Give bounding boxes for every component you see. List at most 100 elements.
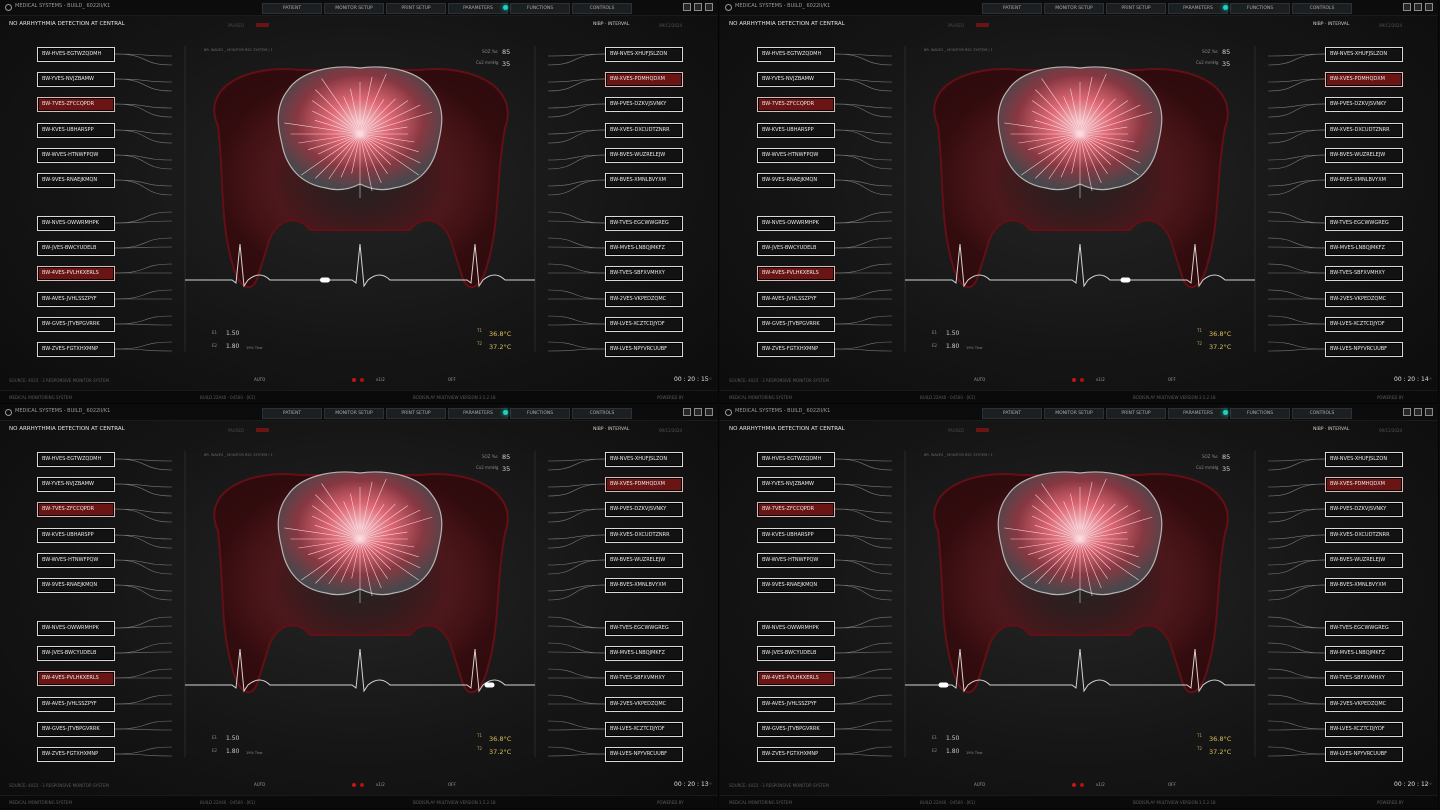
right-channel-7[interactable]: BW-TVES-EGCWWGREG [1325, 621, 1403, 636]
right-channel-7[interactable]: BW-TVES-EGCWWGREG [605, 216, 683, 231]
close-icon[interactable] [705, 408, 713, 416]
right-channel-8[interactable]: BW-MVES-LNBQJMKFZ [1325, 646, 1403, 661]
right-channel-5[interactable]: BW-BVES-WUZRELEJW [1325, 148, 1403, 163]
left-channel-8[interactable]: BW-JVES-BWCYUDELB [757, 646, 835, 661]
left-channel-10[interactable]: BW-AVES-JVHLSSZPYF [37, 292, 115, 307]
left-channel-11[interactable]: BW-GVES-JTVBPGVRRK [757, 722, 835, 737]
left-channel-11[interactable]: BW-GVES-JTVBPGVRRK [37, 317, 115, 332]
left-channel-2[interactable]: BW-YVES-NVJZBAMW [757, 72, 835, 87]
tab-controls[interactable]: CONTROLS [572, 408, 632, 419]
left-channel-3[interactable]: BW-7VES-ZFCCQPDR [37, 97, 115, 112]
left-channel-1[interactable]: BW-HVES-EGTWZQDMH [37, 47, 115, 62]
auto-mode[interactable]: AUTO [254, 782, 265, 787]
minimize-icon[interactable] [1403, 3, 1411, 11]
right-channel-1[interactable]: BW-NVES-XHUFJSLZON [605, 452, 683, 467]
output-mode[interactable]: OFF [448, 377, 456, 382]
auto-mode[interactable]: AUTO [974, 377, 985, 382]
right-channel-6[interactable]: BW-BVES-XMNLBVYXM [605, 173, 683, 188]
right-channel-1[interactable]: BW-NVES-XHUFJSLZON [1325, 47, 1403, 62]
auto-mode[interactable]: AUTO [974, 782, 985, 787]
left-channel-12[interactable]: BW-ZVES-FGTXHXMNP [757, 747, 835, 762]
right-channel-11[interactable]: BW-LVES-XCZTCDJYDF [605, 317, 683, 332]
right-channel-6[interactable]: BW-BVES-XMNLBVYXM [1325, 173, 1403, 188]
playback-speed[interactable]: x1/2 [376, 377, 385, 382]
right-channel-11[interactable]: BW-LVES-XCZTCDJYDF [605, 722, 683, 737]
left-channel-5[interactable]: BW-WVES-HTNWFPQW [37, 148, 115, 163]
maximize-icon[interactable] [694, 408, 702, 416]
left-channel-2[interactable]: BW-YVES-NVJZBAMW [37, 477, 115, 492]
left-channel-8[interactable]: BW-JVES-BWCYUDELB [757, 241, 835, 256]
right-channel-9[interactable]: BW-TVES-SBFXVMHXY [1325, 671, 1403, 686]
close-icon[interactable] [705, 3, 713, 11]
right-channel-11[interactable]: BW-LVES-XCZTCDJYDF [1325, 317, 1403, 332]
tab-parameters[interactable]: PARAMETERS [448, 408, 508, 419]
output-mode[interactable]: OFF [1168, 782, 1176, 787]
left-channel-7[interactable]: BW-NVES-OWWRMHPK [757, 621, 835, 636]
right-channel-9[interactable]: BW-TVES-SBFXVMHXY [605, 266, 683, 281]
right-channel-4[interactable]: BW-XVES-DXCUDTZNRR [1325, 528, 1403, 543]
right-channel-10[interactable]: BW-2VES-VKPEDZQMC [1325, 292, 1403, 307]
tab-print-setup[interactable]: PRINT SETUP [1106, 408, 1166, 419]
playback-speed[interactable]: x1/2 [1096, 377, 1105, 382]
tab-functions[interactable]: FUNCTIONS [1230, 3, 1290, 14]
right-channel-8[interactable]: BW-MVES-LNBQJMKFZ [1325, 241, 1403, 256]
tab-patient[interactable]: PATIENT [262, 408, 322, 419]
left-channel-11[interactable]: BW-GVES-JTVBPGVRRK [37, 722, 115, 737]
tab-parameters[interactable]: PARAMETERS [1168, 3, 1228, 14]
output-mode[interactable]: OFF [1168, 377, 1176, 382]
right-channel-1[interactable]: BW-NVES-XHUFJSLZON [1325, 452, 1403, 467]
right-channel-11[interactable]: BW-LVES-XCZTCDJYDF [1325, 722, 1403, 737]
tab-print-setup[interactable]: PRINT SETUP [1106, 3, 1166, 14]
right-channel-5[interactable]: BW-BVES-WUZRELEJW [605, 553, 683, 568]
tab-patient[interactable]: PATIENT [982, 408, 1042, 419]
tab-controls[interactable]: CONTROLS [572, 3, 632, 14]
left-channel-7[interactable]: BW-NVES-OWWRMHPK [37, 216, 115, 231]
minimize-icon[interactable] [1403, 408, 1411, 416]
right-channel-10[interactable]: BW-2VES-VKPEDZQMC [605, 292, 683, 307]
left-channel-10[interactable]: BW-AVES-JVHLSSZPYF [37, 697, 115, 712]
left-channel-12[interactable]: BW-ZVES-FGTXHXMNP [757, 342, 835, 357]
tab-print-setup[interactable]: PRINT SETUP [386, 3, 446, 14]
left-channel-10[interactable]: BW-AVES-JVHLSSZPYF [757, 697, 835, 712]
close-icon[interactable] [1425, 408, 1433, 416]
tab-parameters[interactable]: PARAMETERS [448, 3, 508, 14]
right-channel-2[interactable]: BW-XVES-PDMHQDXM [605, 477, 683, 492]
right-channel-10[interactable]: BW-2VES-VKPEDZQMC [605, 697, 683, 712]
right-channel-12[interactable]: BW-LVES-NPYVRCUUBF [605, 342, 683, 357]
left-channel-1[interactable]: BW-HVES-EGTWZQDMH [757, 47, 835, 62]
left-channel-7[interactable]: BW-NVES-OWWRMHPK [757, 216, 835, 231]
right-channel-6[interactable]: BW-BVES-XMNLBVYXM [605, 578, 683, 593]
right-channel-2[interactable]: BW-XVES-PDMHQDXM [1325, 72, 1403, 87]
right-channel-4[interactable]: BW-XVES-DXCUDTZNRR [1325, 123, 1403, 138]
minimize-icon[interactable] [683, 408, 691, 416]
left-channel-3[interactable]: BW-7VES-ZFCCQPDR [37, 502, 115, 517]
right-channel-7[interactable]: BW-TVES-EGCWWGREG [1325, 216, 1403, 231]
output-mode[interactable]: OFF [448, 782, 456, 787]
left-channel-4[interactable]: BW-KVES-UBHARSPP [37, 528, 115, 543]
playback-speed[interactable]: x1/2 [376, 782, 385, 787]
tab-parameters[interactable]: PARAMETERS [1168, 408, 1228, 419]
left-channel-8[interactable]: BW-JVES-BWCYUDELB [37, 241, 115, 256]
right-channel-3[interactable]: BW-PVES-DZKVJSVNKY [1325, 502, 1403, 517]
maximize-icon[interactable] [1414, 3, 1422, 11]
right-channel-4[interactable]: BW-XVES-DXCUDTZNRR [605, 123, 683, 138]
left-channel-5[interactable]: BW-WVES-HTNWFPQW [37, 553, 115, 568]
left-channel-9[interactable]: BW-4VES-PVLHKXERLS [757, 266, 835, 281]
left-channel-9[interactable]: BW-4VES-PVLHKXERLS [37, 671, 115, 686]
left-channel-3[interactable]: BW-7VES-ZFCCQPDR [757, 97, 835, 112]
left-channel-4[interactable]: BW-KVES-UBHARSPP [37, 123, 115, 138]
right-channel-5[interactable]: BW-BVES-WUZRELEJW [1325, 553, 1403, 568]
tab-functions[interactable]: FUNCTIONS [510, 3, 570, 14]
left-channel-1[interactable]: BW-HVES-EGTWZQDMH [37, 452, 115, 467]
right-channel-8[interactable]: BW-MVES-LNBQJMKFZ [605, 241, 683, 256]
left-channel-10[interactable]: BW-AVES-JVHLSSZPYF [757, 292, 835, 307]
left-channel-12[interactable]: BW-ZVES-FGTXHXMNP [37, 747, 115, 762]
right-channel-7[interactable]: BW-TVES-EGCWWGREG [605, 621, 683, 636]
left-channel-11[interactable]: BW-GVES-JTVBPGVRRK [757, 317, 835, 332]
right-channel-12[interactable]: BW-LVES-NPYVRCUUBF [605, 747, 683, 762]
left-channel-3[interactable]: BW-7VES-ZFCCQPDR [757, 502, 835, 517]
close-icon[interactable] [1425, 3, 1433, 11]
right-channel-1[interactable]: BW-NVES-XHUFJSLZON [605, 47, 683, 62]
right-channel-2[interactable]: BW-XVES-PDMHQDXM [605, 72, 683, 87]
right-channel-5[interactable]: BW-BVES-WUZRELEJW [605, 148, 683, 163]
